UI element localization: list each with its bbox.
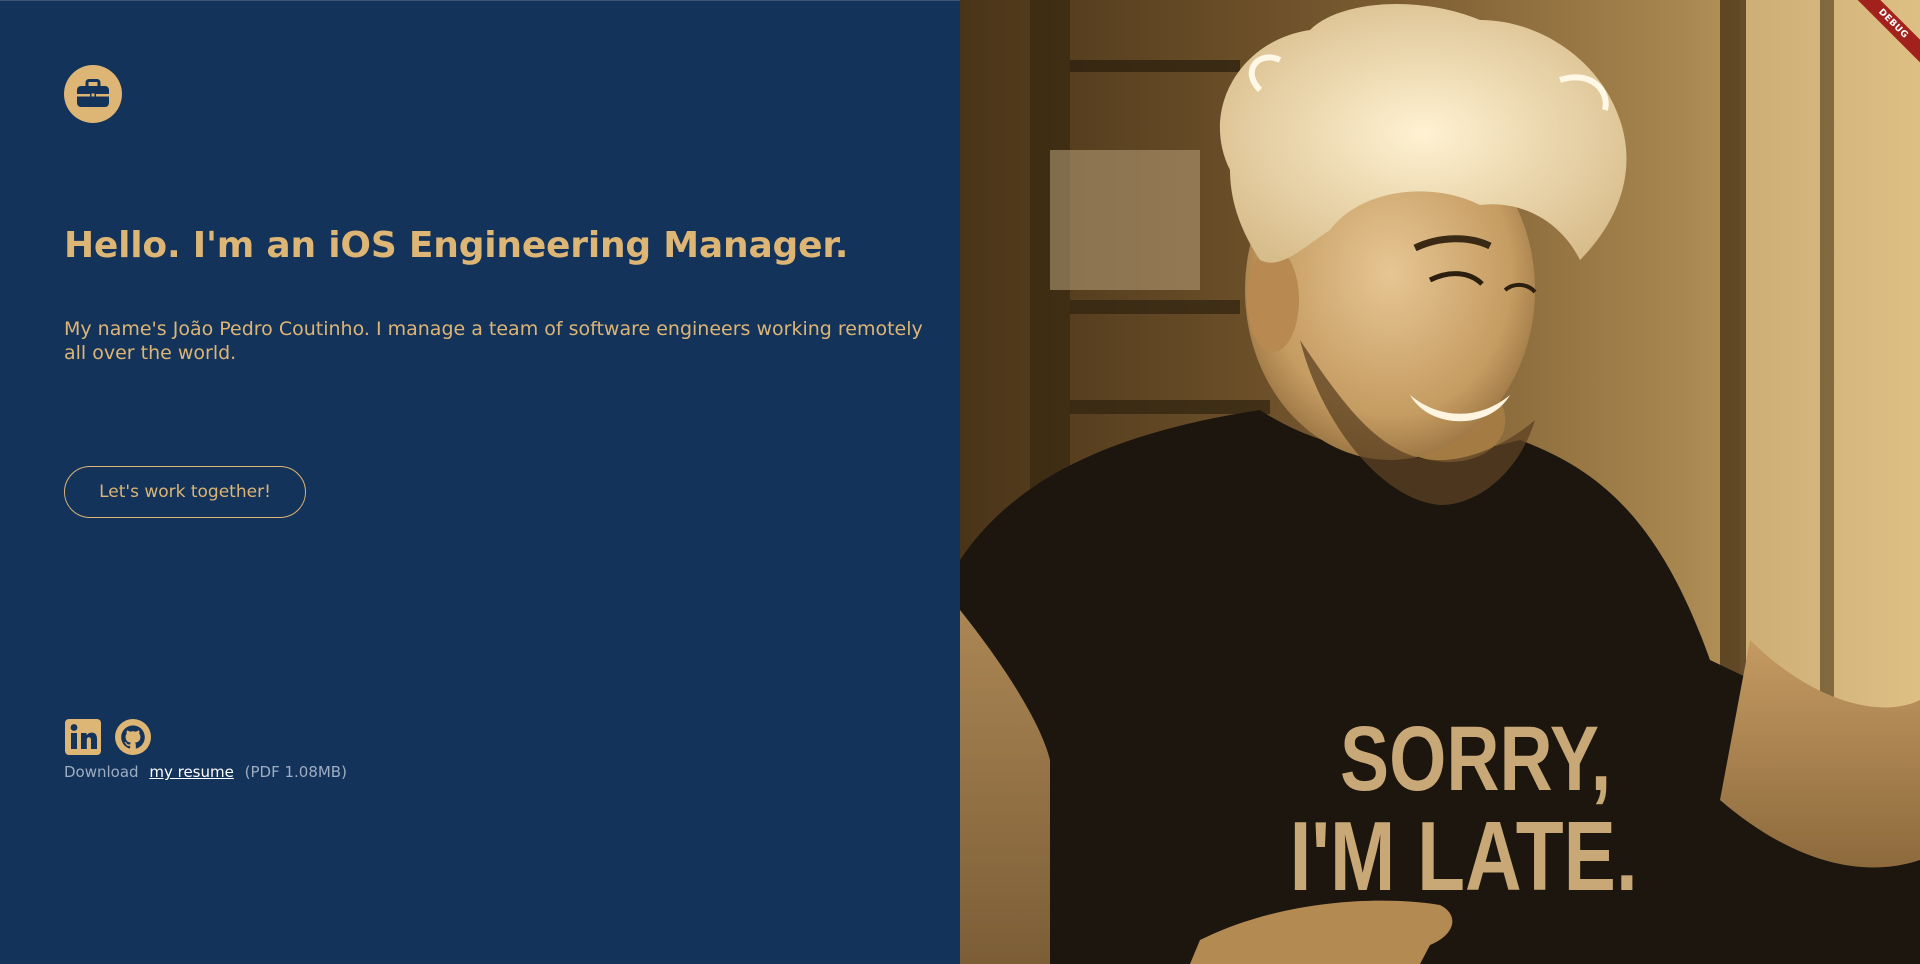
shirt-text-line-1: SORRY,: [1340, 707, 1611, 810]
linkedin-icon: [65, 719, 101, 755]
linkedin-link[interactable]: [64, 718, 102, 756]
portrait-photo: SORRY, I'M LATE. DEBUG: [960, 0, 1920, 964]
resume-prefix: Download: [64, 763, 139, 781]
briefcase-logo-icon[interactable]: [64, 65, 122, 123]
social-links: [64, 718, 152, 756]
resume-file-info: (PDF 1.08MB): [244, 763, 347, 781]
briefcase-icon: [77, 79, 109, 107]
resume-link[interactable]: my resume: [149, 763, 234, 781]
hero-panel: Hello. I'm an iOS Engineering Manager. M…: [0, 0, 960, 964]
github-link[interactable]: [114, 718, 152, 756]
shirt-text-line-2: I'M LATE.: [1290, 802, 1638, 911]
github-icon: [115, 719, 151, 755]
resume-download: Download my resume (PDF 1.08MB): [64, 762, 347, 782]
intro-text: My name's João Pedro Coutinho. I manage …: [64, 318, 923, 364]
page-title: Hello. I'm an iOS Engineering Manager.: [64, 225, 849, 266]
contact-button[interactable]: Let's work together!: [64, 466, 306, 518]
portrait-illustration: SORRY, I'M LATE.: [960, 0, 1920, 964]
